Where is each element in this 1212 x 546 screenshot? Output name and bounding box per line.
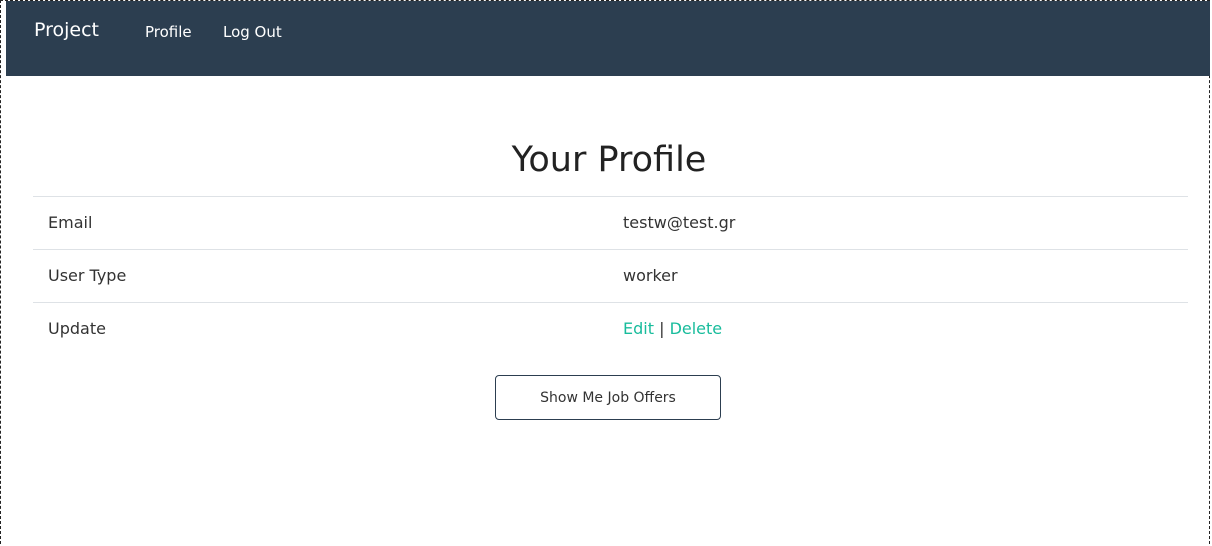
page-title: Your Profile — [511, 140, 707, 180]
table-row-email: Email testw@test.gr — [33, 196, 1188, 249]
email-label: Email — [48, 213, 93, 232]
user-type-label: User Type — [48, 266, 127, 285]
email-value: testw@test.gr — [623, 213, 736, 232]
nav-link-profile[interactable]: Profile — [145, 23, 192, 41]
table-row-update: Update Edit | Delete — [33, 302, 1188, 355]
user-type-value: worker — [623, 266, 678, 285]
update-actions: Edit | Delete — [623, 319, 722, 338]
show-job-offers-button[interactable]: Show Me Job Offers — [495, 375, 721, 420]
action-separator: | — [659, 319, 665, 338]
table-row-user-type: User Type worker — [33, 249, 1188, 302]
nav-link-logout[interactable]: Log Out — [223, 23, 282, 41]
profile-table: Email testw@test.gr User Type worker Upd… — [33, 196, 1188, 355]
brand-link[interactable]: Project — [34, 19, 99, 41]
navbar: Project Profile Log Out — [6, 1, 1210, 76]
edit-link[interactable]: Edit — [623, 319, 654, 338]
delete-link[interactable]: Delete — [670, 319, 723, 338]
update-label: Update — [48, 319, 106, 338]
